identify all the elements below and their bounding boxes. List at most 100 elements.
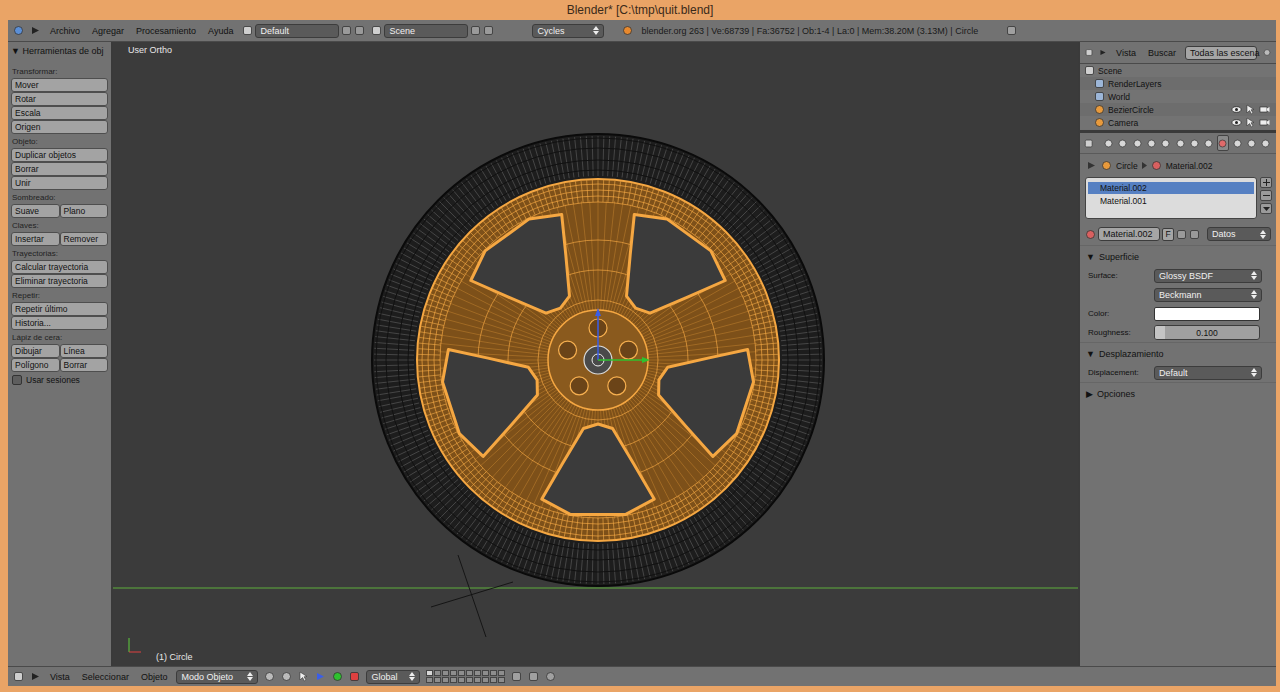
context-tab[interactable] [1160,135,1172,151]
context-tab[interactable] [1145,135,1157,151]
snap-icon[interactable] [528,671,539,682]
tool-button[interactable]: Origen [11,120,108,134]
mode-dropdown[interactable]: Modo Objeto [176,670,258,684]
layer-button[interactable] [450,677,457,683]
collapse-menu-icon[interactable] [30,671,41,682]
menu-item[interactable]: Agregar [89,26,127,36]
shading-icon[interactable] [264,671,275,682]
selectability-icon[interactable] [1245,117,1256,128]
layer-button[interactable] [474,670,481,676]
tool-button[interactable]: Polígono [11,358,60,372]
add-icon[interactable] [470,25,481,36]
wheel-model[interactable] [113,42,1078,666]
transform-gizmo-icon[interactable] [595,308,650,363]
layer-button[interactable] [458,670,465,676]
property-dropdown[interactable]: Default [1154,366,1262,380]
tool-button[interactable]: Rotar [11,92,108,106]
outliner-editor-icon[interactable] [1085,47,1093,58]
slot-item[interactable]: Material.001 [1088,195,1254,207]
tool-button[interactable]: Línea [60,344,109,358]
menu-item[interactable]: Objeto [138,672,171,682]
3d-view-editor-icon[interactable] [13,671,24,682]
menu-item[interactable]: Vista [1113,48,1139,58]
layer-button[interactable] [426,677,433,683]
render-camera-icon[interactable] [1259,117,1270,128]
layer-button[interactable] [426,670,433,676]
layer-button[interactable] [434,670,441,676]
tool-button[interactable]: Borrar [11,162,108,176]
context-tab[interactable] [1174,135,1186,151]
outliner-item[interactable]: World [1080,90,1276,103]
rim[interactable] [417,179,779,541]
fake-user-button[interactable]: F [1162,228,1174,241]
close-icon[interactable] [483,25,494,36]
3d-cursor-icon[interactable] [431,555,513,637]
layer-button[interactable] [442,677,449,683]
layer-button[interactable] [442,670,449,676]
section-header[interactable]: ▶Opciones [1080,382,1276,403]
link-dropdown[interactable]: Datos [1207,227,1271,241]
menu-item[interactable]: Archivo [47,26,83,36]
tool-button[interactable]: Escala [11,106,108,120]
context-tab[interactable] [1260,135,1272,151]
layer-button[interactable] [474,677,481,683]
section-header[interactable]: ▼Desplazamiento [1080,342,1276,363]
material-browse-icon[interactable] [1085,229,1096,240]
checkbox[interactable] [12,375,22,385]
tool-button[interactable]: Mover [11,78,108,92]
context-tab[interactable] [1117,135,1129,151]
outliner-item[interactable]: BezierCircle [1080,103,1276,116]
slot-menu-button[interactable] [1260,203,1272,214]
tool-button[interactable]: Plano [60,204,109,218]
menu-item[interactable]: Procesamiento [133,26,199,36]
pivot-icon[interactable] [281,671,292,682]
material-name-field[interactable]: Material.002 [1098,227,1160,241]
layer-button[interactable] [458,677,465,683]
context-tab[interactable] [1188,135,1200,151]
layer-button[interactable] [482,677,489,683]
search-icon[interactable] [1263,47,1271,58]
tool-button[interactable]: Dibujar [11,344,60,358]
panel-header[interactable]: ▼ Herramientas de obj [11,44,108,64]
context-tab[interactable] [1217,135,1229,151]
add-icon[interactable] [1176,229,1187,240]
layer-button[interactable] [434,677,441,683]
tool-button[interactable]: Suave [11,204,60,218]
screen-layout-icon[interactable] [242,25,253,36]
add-slot-button[interactable] [1260,177,1272,188]
layer-button[interactable] [450,670,457,676]
tire[interactable] [372,134,824,586]
layout-field[interactable]: Default [255,24,339,38]
tool-button[interactable]: Duplicar objetos [11,148,108,162]
tool-button[interactable]: Repetir último [11,302,108,316]
color-swatch[interactable] [1154,307,1260,321]
selectability-icon[interactable] [1245,104,1256,115]
report-icon[interactable] [1006,25,1017,36]
layer-button[interactable] [490,670,497,676]
manipulator-icon[interactable] [298,671,309,682]
menu-item[interactable]: Ayuda [205,26,236,36]
scene-icon[interactable] [371,25,382,36]
layer-button[interactable] [498,670,505,676]
rotate-icon[interactable] [332,671,343,682]
outliner-item[interactable]: Scene [1080,64,1276,77]
3d-viewport[interactable]: User Ortho(1) Circle [113,42,1078,666]
context-tab[interactable] [1245,135,1257,151]
section-header[interactable]: ▼Superficie [1080,245,1276,266]
tool-button[interactable]: Insertar [11,232,60,246]
tool-button[interactable]: Borrar [60,358,109,372]
properties-editor-icon[interactable] [1084,138,1093,149]
context-tab[interactable] [1131,135,1143,151]
menu-item[interactable]: Buscar [1145,48,1179,58]
context-tab[interactable] [1203,135,1215,151]
lock-icon[interactable] [511,671,522,682]
layer-button[interactable] [466,670,473,676]
render-engine-dropdown[interactable]: Cycles [532,24,604,38]
render-icon[interactable] [545,671,556,682]
collapse-menu-icon[interactable] [30,25,41,36]
context-tab[interactable] [1103,135,1115,151]
outliner-item[interactable]: RenderLayers [1080,77,1276,90]
tool-button[interactable]: Unir [11,176,108,190]
context-tab[interactable] [1231,135,1243,151]
tool-button[interactable]: Eliminar trayectoria [11,274,108,288]
